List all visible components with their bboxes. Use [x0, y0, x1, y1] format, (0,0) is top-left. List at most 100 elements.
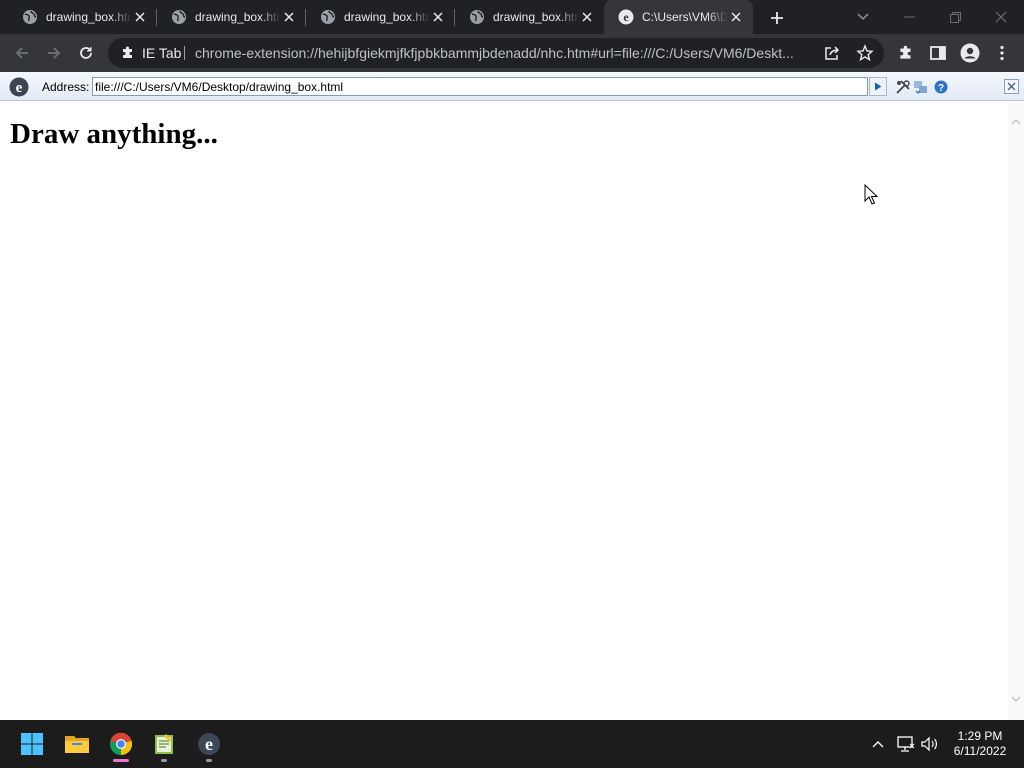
share-icon[interactable] — [824, 45, 842, 61]
page-content: Draw anything... — [0, 101, 1008, 720]
volume-icon — [921, 736, 937, 752]
go-button[interactable] — [869, 77, 887, 96]
clock-date: 6/11/2022 — [953, 744, 1007, 758]
forward-button[interactable] — [42, 41, 66, 65]
start-icon — [21, 733, 43, 755]
help-icon: ? — [934, 80, 948, 94]
taskbar-ie-tab[interactable]: e — [189, 724, 229, 764]
tab-drawing-box-4[interactable]: drawing_box.html — [455, 0, 604, 34]
chevron-up-icon — [872, 741, 884, 748]
address-input[interactable] — [92, 77, 868, 96]
close-icon — [1007, 82, 1016, 91]
volume-button[interactable] — [920, 734, 940, 754]
arrow-right-icon — [48, 47, 61, 59]
running-indicator — [113, 759, 129, 762]
extensions-button[interactable] — [896, 43, 916, 63]
bookmark-star-icon[interactable] — [856, 44, 874, 62]
file-explorer-icon — [65, 736, 89, 753]
close-icon[interactable] — [431, 10, 445, 24]
omnibox-extension-label: IE Tab — [142, 45, 182, 61]
puzzle-icon — [123, 46, 132, 58]
running-indicator — [206, 759, 212, 762]
restore-icon — [949, 11, 961, 23]
plus-icon — [771, 12, 783, 24]
tab-title: drawing_box.html — [493, 10, 579, 24]
ie-tab-icon: e — [618, 9, 634, 25]
ie-tab-options-button[interactable] — [895, 79, 911, 95]
puzzle-icon — [900, 45, 911, 59]
ie-tab-address-bar: e Address: ? — [0, 72, 1024, 101]
taskbar-clock[interactable]: 1:29 PM 6/11/2022 — [940, 729, 1020, 759]
clock-time: 1:29 PM — [957, 729, 1003, 743]
network-icon — [897, 736, 915, 752]
chevron-down-icon — [857, 13, 869, 20]
close-icon[interactable] — [133, 10, 147, 24]
ie-tab-icon: e — [198, 733, 220, 755]
close-icon[interactable] — [282, 10, 296, 24]
tab-drawing-box-3[interactable]: drawing_box.html — [306, 0, 455, 34]
reload-icon — [80, 47, 92, 59]
mouse-cursor-icon — [864, 184, 878, 205]
tools-icon — [896, 80, 910, 94]
globe-icon — [23, 10, 37, 24]
svg-text:e: e — [623, 10, 629, 24]
show-hidden-icons-button[interactable] — [868, 734, 888, 754]
ie-tab-help-button[interactable]: ? — [933, 79, 949, 95]
close-icon[interactable] — [580, 10, 594, 24]
new-tab-button[interactable] — [766, 7, 788, 29]
close-icon — [995, 11, 1007, 23]
play-icon — [875, 82, 882, 91]
omnibox[interactable]: IE Tab chrome-extension://hehijbfgiekmjf… — [108, 38, 884, 68]
window-close-button[interactable] — [978, 0, 1024, 34]
svg-text:e: e — [205, 734, 213, 754]
taskbar-file-explorer[interactable] — [57, 724, 97, 764]
vertical-scrollbar[interactable] — [1008, 101, 1024, 720]
windows-taskbar: e 1:29 PM 6/11/2022 — [0, 720, 1024, 768]
tab-title: drawing_box.html — [46, 10, 132, 24]
tab-ie-tab-active[interactable]: e C:\Users\VM6\Desktop\drawing_box.html — [604, 0, 753, 34]
restore-button[interactable] — [932, 0, 978, 34]
taskbar-notepad[interactable] — [144, 724, 184, 764]
avatar-icon — [960, 43, 980, 63]
side-panel-icon — [930, 46, 946, 60]
omnibox-url[interactable]: chrome-extension://hehijbfgiekmjfkfjpbkb… — [195, 45, 815, 61]
start-button[interactable] — [12, 724, 52, 764]
tab-title: drawing_box.html — [344, 10, 430, 24]
chrome-menu-button[interactable] — [992, 43, 1012, 63]
globe-icon — [470, 10, 484, 24]
taskbar-chrome[interactable] — [101, 724, 141, 764]
globe-icon — [321, 10, 335, 24]
profile-button[interactable] — [960, 43, 980, 63]
reload-button[interactable] — [74, 41, 98, 65]
address-label: Address: — [42, 80, 90, 94]
notepad-icon — [155, 734, 173, 754]
close-icon[interactable] — [729, 10, 743, 24]
browser-toolbar: IE Tab chrome-extension://hehijbfgiekmjf… — [0, 34, 1024, 72]
svg-text:e: e — [16, 80, 23, 96]
svg-text:?: ? — [938, 83, 944, 94]
running-indicator — [161, 759, 167, 762]
ie-tab-icon: e — [9, 77, 29, 97]
ie-tab-sync-button[interactable] — [913, 79, 929, 95]
minimize-button[interactable] — [886, 0, 932, 34]
arrow-left-icon — [15, 47, 28, 59]
scroll-down-arrow-icon[interactable] — [1011, 694, 1021, 704]
scroll-up-arrow-icon[interactable] — [1011, 117, 1021, 127]
network-button[interactable] — [896, 734, 916, 754]
ie-tab-close-button[interactable] — [1004, 79, 1019, 94]
back-button[interactable] — [10, 41, 34, 65]
chrome-icon — [109, 732, 133, 756]
tab-title: C:\Users\VM6\Desktop\drawing_box.html — [642, 10, 728, 24]
minimize-icon — [903, 16, 915, 18]
side-panel-button[interactable] — [928, 43, 948, 63]
page-heading: Draw anything... — [10, 118, 218, 150]
tab-title: drawing_box.html — [195, 10, 281, 24]
tab-search-button[interactable] — [840, 0, 886, 34]
kebab-menu-icon — [1000, 45, 1004, 61]
tab-drawing-box-2[interactable]: drawing_box.html — [157, 0, 306, 34]
omnibox-divider — [184, 46, 185, 60]
tab-strip: drawing_box.html drawing_box.html drawin… — [0, 0, 1024, 34]
sync-icon — [914, 81, 927, 94]
tab-drawing-box-1[interactable]: drawing_box.html — [8, 0, 157, 34]
globe-icon — [172, 10, 186, 24]
